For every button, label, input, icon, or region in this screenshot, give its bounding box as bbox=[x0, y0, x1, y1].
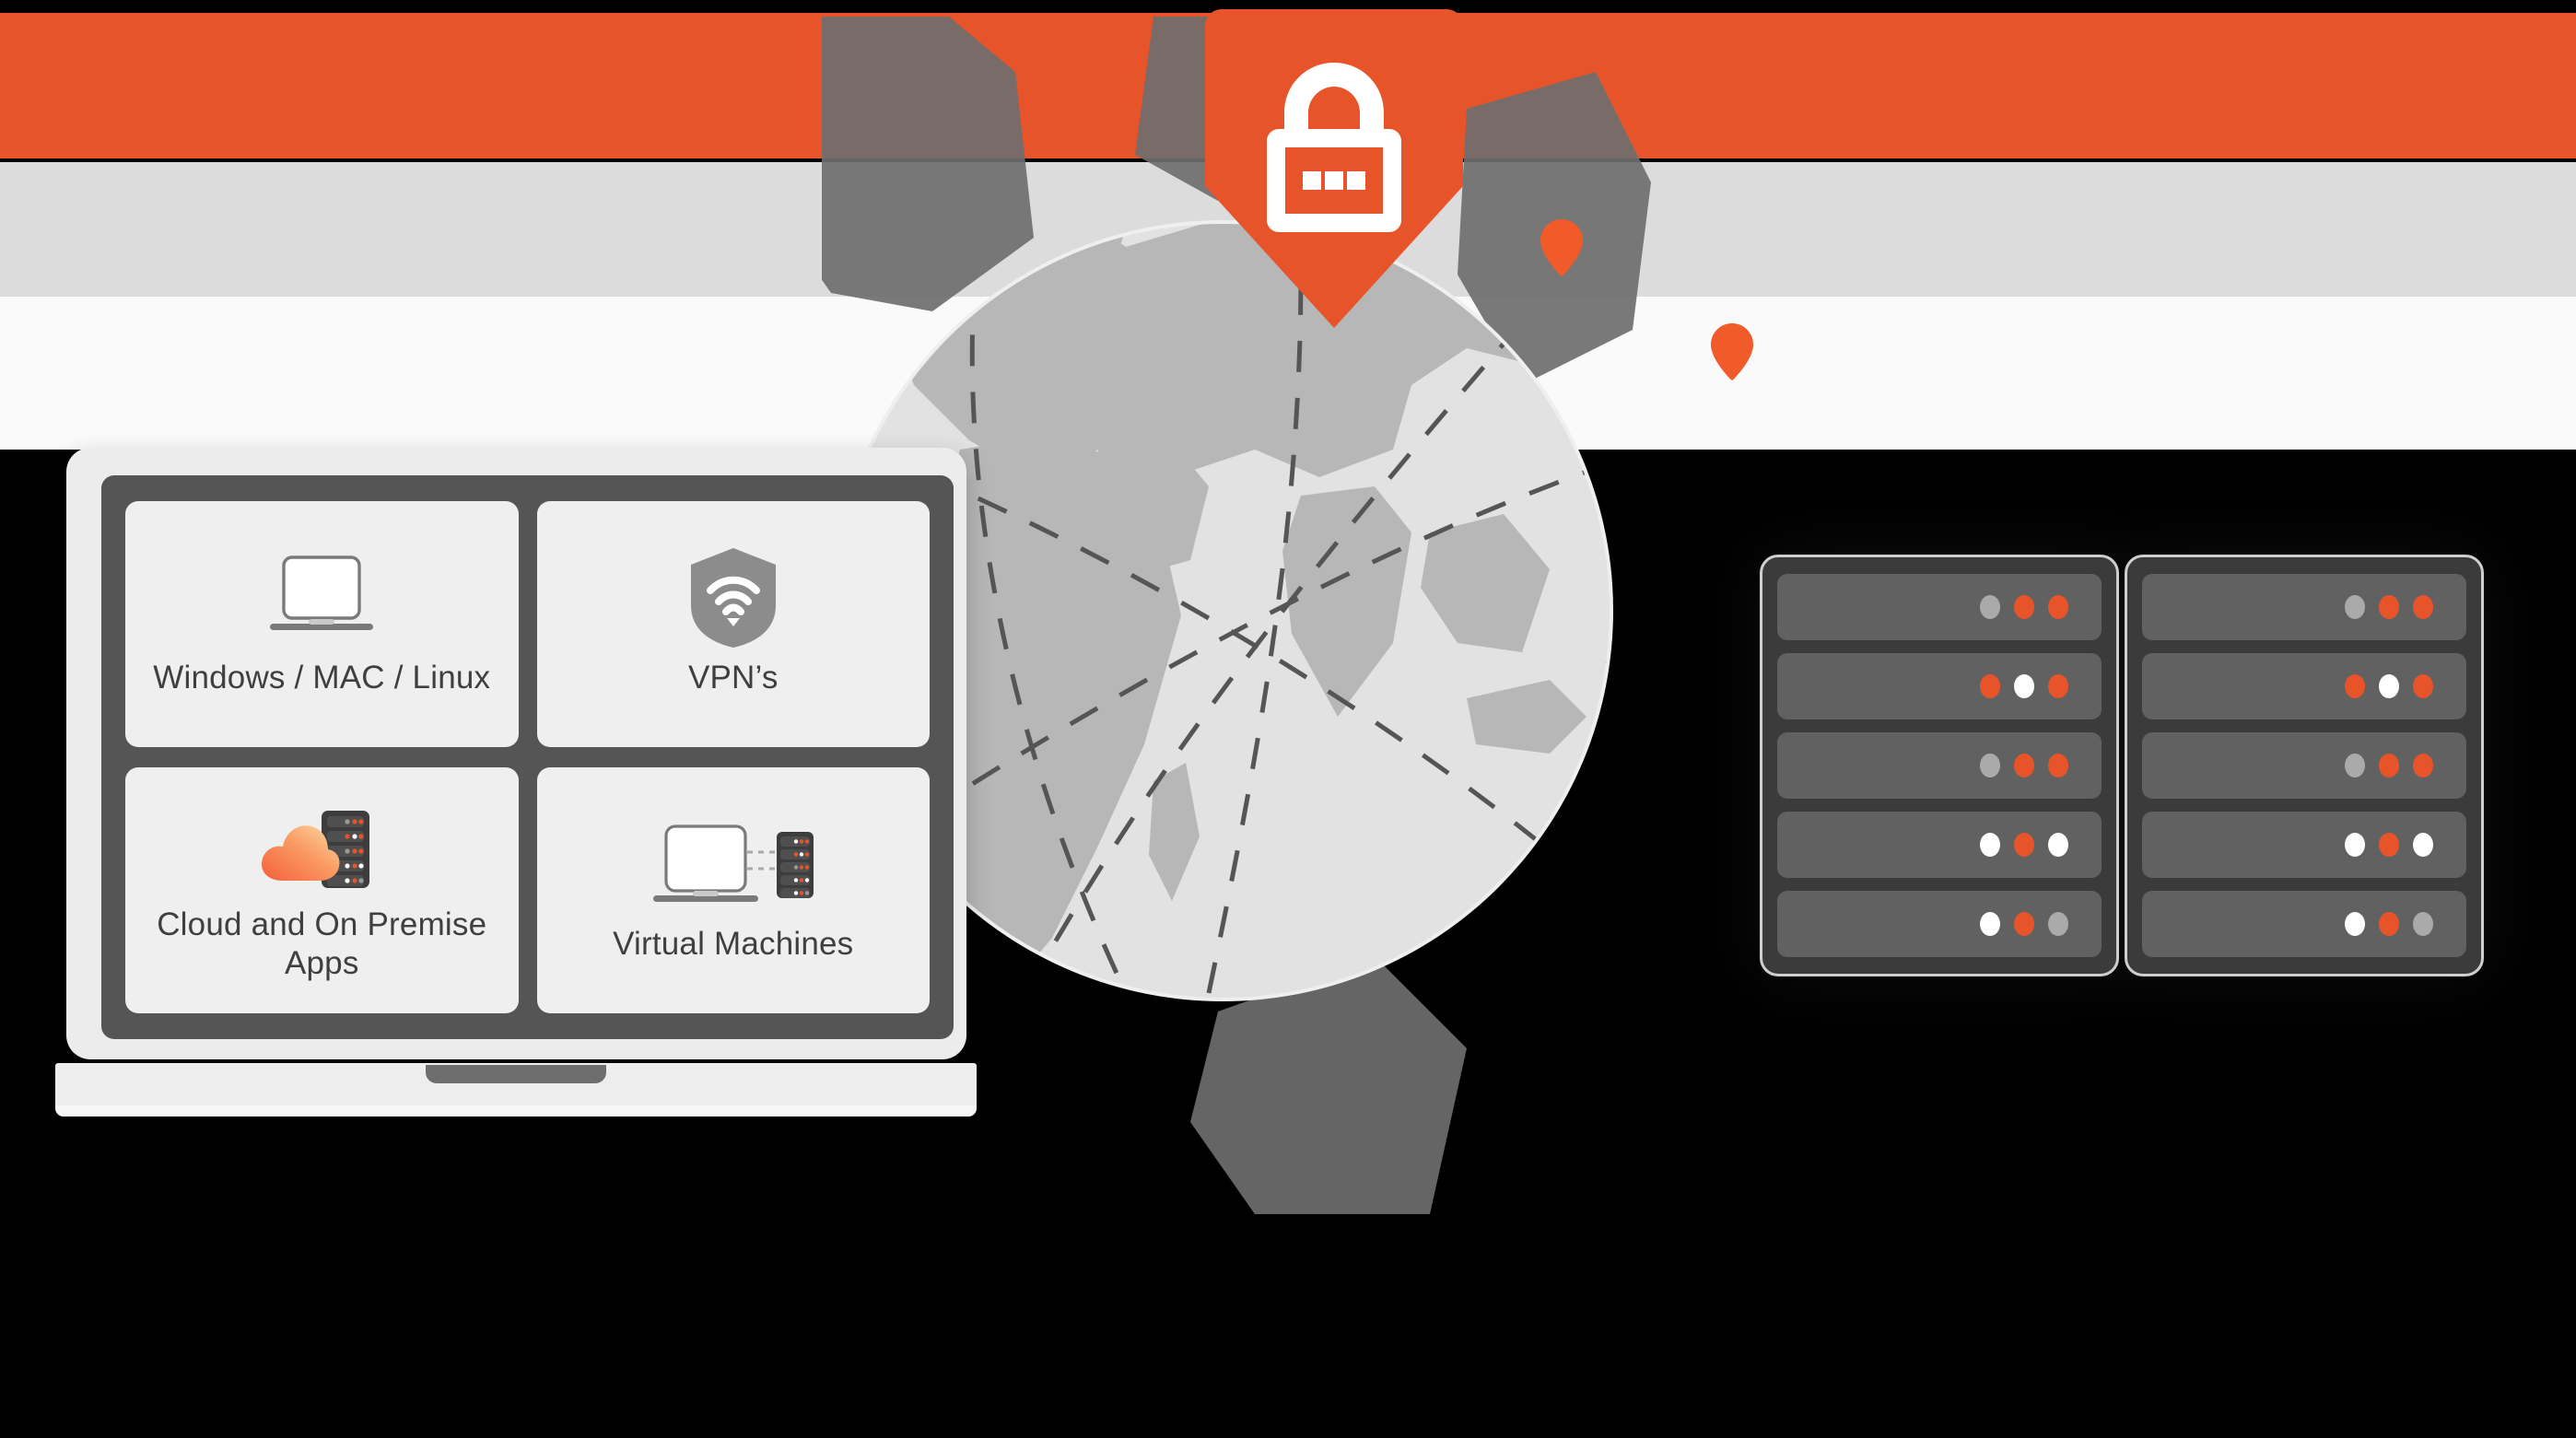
rack-unit bbox=[2142, 812, 2466, 878]
laptop-screen: Windows / MAC / Linux VPN’s Cloud and On… bbox=[101, 475, 954, 1039]
rack-unit bbox=[1777, 812, 2102, 878]
status-led-white bbox=[1980, 833, 2000, 857]
cloud-server-icon bbox=[255, 793, 388, 896]
tile-virtual-machines[interactable]: Virtual Machines bbox=[536, 767, 930, 1013]
status-led-white bbox=[2379, 674, 2399, 698]
status-led-white bbox=[2345, 833, 2365, 857]
tile-vpns[interactable]: VPN’s bbox=[536, 501, 930, 747]
rack-unit bbox=[2142, 891, 2466, 957]
shield-padlock-icon bbox=[1198, 6, 1470, 337]
rack-unit bbox=[1777, 732, 2102, 799]
server-rack-left bbox=[1760, 555, 2119, 976]
laptop-hinge-notch bbox=[426, 1065, 606, 1083]
device-laptop: Windows / MAC / Linux VPN’s Cloud and On… bbox=[55, 444, 977, 1144]
status-led-orange bbox=[2413, 595, 2433, 619]
status-led-orange bbox=[2014, 912, 2034, 936]
status-led-orange bbox=[2014, 595, 2034, 619]
tile-label: Cloud and On Premise Apps bbox=[157, 906, 487, 981]
tile-windows-mac-linux[interactable]: Windows / MAC / Linux bbox=[125, 501, 519, 747]
status-led-gray bbox=[2345, 595, 2365, 619]
status-led-white bbox=[2413, 833, 2433, 857]
map-pin-india bbox=[1711, 323, 1753, 380]
rack-unit bbox=[1777, 574, 2102, 640]
laptop-bezel: Windows / MAC / Linux VPN’s Cloud and On… bbox=[66, 448, 966, 1059]
tile-label: VPN’s bbox=[687, 659, 779, 696]
status-led-gray bbox=[2345, 754, 2365, 777]
status-led-orange bbox=[2048, 674, 2068, 698]
status-led-white bbox=[2048, 833, 2068, 857]
laptop-icon bbox=[266, 546, 377, 649]
rack-unit bbox=[2142, 574, 2466, 640]
status-led-orange bbox=[2379, 833, 2399, 857]
shield-wifi-icon bbox=[686, 546, 780, 649]
map-pin-europe bbox=[1540, 219, 1583, 276]
status-led-orange bbox=[2413, 754, 2433, 777]
status-led-orange bbox=[1980, 674, 2000, 698]
status-led-gray bbox=[1980, 595, 2000, 619]
status-led-gray bbox=[2413, 912, 2433, 936]
tile-label: Virtual Machines bbox=[613, 925, 854, 962]
rack-unit bbox=[2142, 653, 2466, 719]
status-led-gray bbox=[1980, 754, 2000, 777]
laptop-server-icon bbox=[651, 813, 815, 916]
status-led-white bbox=[2014, 674, 2034, 698]
status-led-orange bbox=[2014, 754, 2034, 777]
status-led-orange bbox=[2379, 754, 2399, 777]
rack-unit bbox=[2142, 732, 2466, 799]
server-racks bbox=[1760, 555, 2484, 976]
status-led-orange bbox=[2048, 754, 2068, 777]
tile-label: Windows / MAC / Linux bbox=[153, 659, 491, 696]
illustration-canvas: Windows / MAC / Linux VPN’s Cloud and On… bbox=[0, 0, 2576, 1438]
status-led-orange bbox=[2048, 595, 2068, 619]
status-led-orange bbox=[2345, 674, 2365, 698]
status-led-orange bbox=[2014, 833, 2034, 857]
rack-unit bbox=[1777, 891, 2102, 957]
status-led-orange bbox=[2379, 912, 2399, 936]
status-led-orange bbox=[2413, 674, 2433, 698]
status-led-orange bbox=[2379, 595, 2399, 619]
status-led-white bbox=[1980, 912, 2000, 936]
rack-unit bbox=[1777, 653, 2102, 719]
server-rack-right bbox=[2125, 555, 2484, 976]
tile-cloud-on-premise[interactable]: Cloud and On Premise Apps bbox=[125, 767, 519, 1013]
status-led-gray bbox=[2048, 912, 2068, 936]
status-led-white bbox=[2345, 912, 2365, 936]
